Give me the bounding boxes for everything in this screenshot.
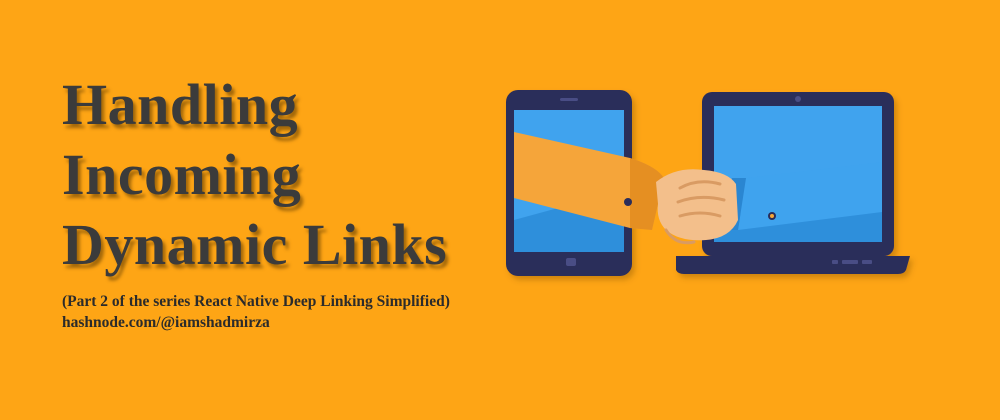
title-line-2: Incoming [62,142,302,207]
title-line-1: Handling [62,72,299,137]
banner: Handling Incoming Dynamic Links (Part 2 … [0,0,1000,420]
subtitle: (Part 2 of the series React Native Deep … [62,293,450,310]
page-title: Handling Incoming Dynamic Links [62,70,447,280]
handshake-illustration [506,90,910,276]
author-url: hashnode.com/@iamshadmirza [62,314,270,331]
handshake-icon [656,169,738,245]
title-line-3: Dynamic Links [62,212,448,277]
